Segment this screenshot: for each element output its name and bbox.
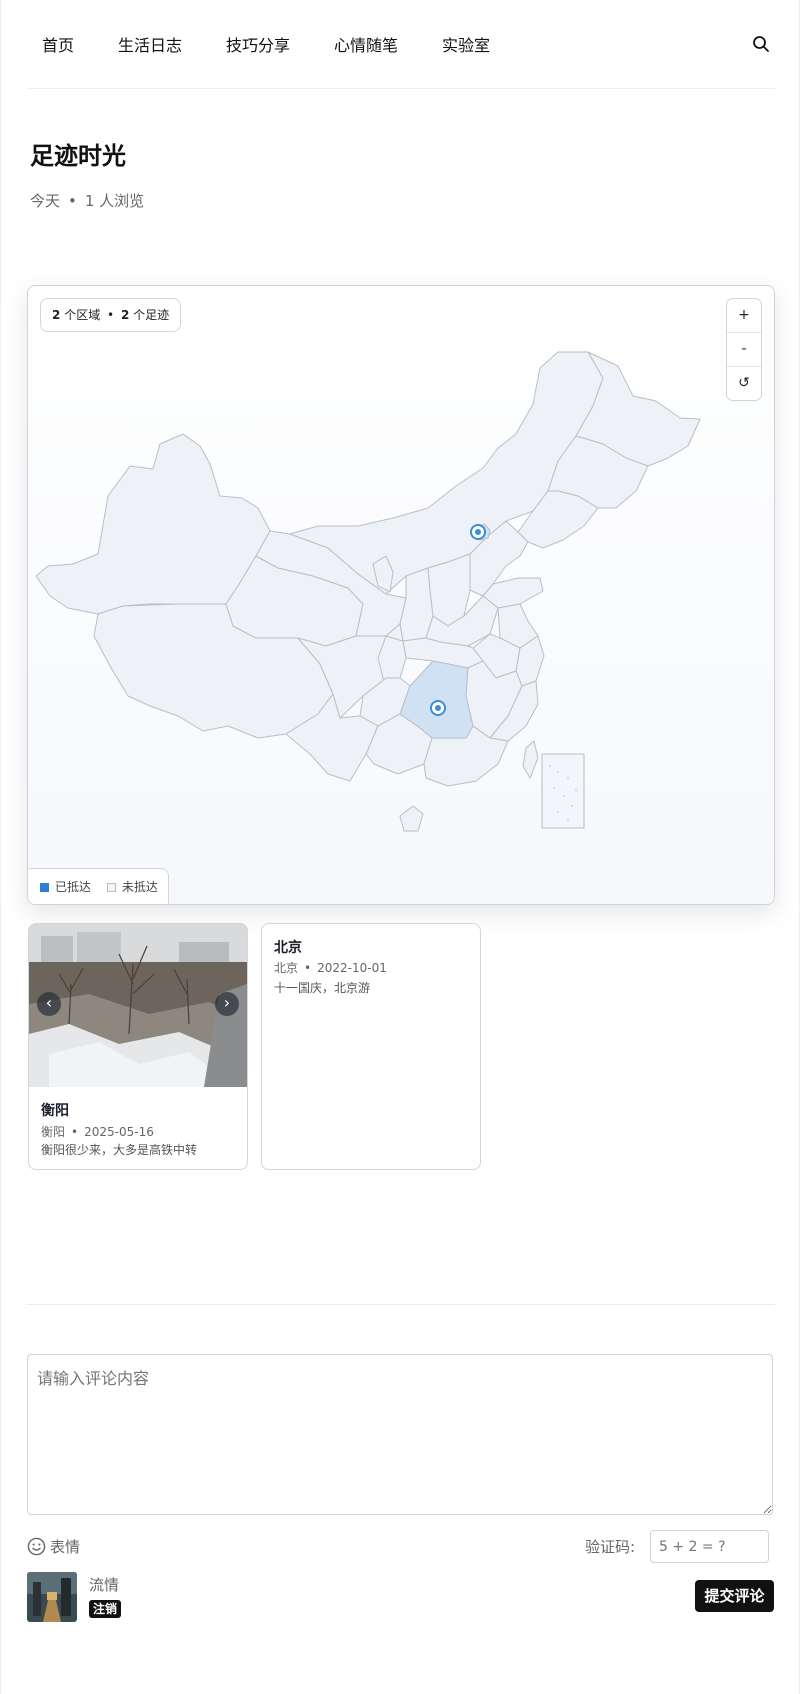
footprint-meta: 北京 • 2022-10-01 xyxy=(274,959,387,976)
post-meta: 今天 • 1 人浏览 xyxy=(30,190,144,211)
footprint-card-beijing[interactable]: 北京 北京 • 2022-10-01 十一国庆，北京游 xyxy=(261,923,481,1170)
footprint-date: 2025-05-16 xyxy=(84,1125,154,1139)
footprint-meta: 衡阳 • 2025-05-16 xyxy=(41,1123,154,1140)
logout-button[interactable]: 注销 xyxy=(89,1600,122,1618)
map-legend: 已抵达 未抵达 xyxy=(28,868,169,904)
meta-separator: • xyxy=(68,192,77,210)
post-date: 今天 xyxy=(30,192,61,210)
nav-divider xyxy=(27,88,775,89)
regions-count: 2 xyxy=(52,308,61,322)
legend-unvisited: 未抵达 xyxy=(121,880,158,894)
nav-item-mood[interactable]: 心情随笔 xyxy=(334,32,398,56)
reset-view-button[interactable]: ↺ xyxy=(727,367,761,400)
footprint-desc: 衡阳很少来，大多是高铁中转 xyxy=(41,1143,198,1157)
emoji-label: 表情 xyxy=(50,1538,81,1556)
province-xinjiang xyxy=(35,433,271,615)
china-map[interactable] xyxy=(28,286,774,904)
meta-separator: • xyxy=(71,1125,79,1139)
meta-separator: • xyxy=(304,961,312,975)
marker-beijing xyxy=(470,524,486,540)
search-icon[interactable] xyxy=(752,35,770,53)
post-views: 1 人浏览 xyxy=(84,192,145,210)
legend-visited: 已抵达 xyxy=(55,880,92,894)
south-sea-inset xyxy=(541,753,585,829)
footprint-name: 北京 xyxy=(274,940,302,956)
footprint-place: 衡阳 xyxy=(41,1125,66,1139)
carousel-next-button[interactable]: › xyxy=(215,992,239,1016)
emoji-button[interactable]: 表情 xyxy=(27,1536,80,1558)
province-hainan xyxy=(399,805,424,832)
avatar xyxy=(27,1572,77,1622)
stats-separator: • xyxy=(107,308,115,322)
visited-swatch xyxy=(40,883,49,892)
map-stats-badge: 2 个区域 • 2 个足迹 xyxy=(40,298,182,332)
footprint-desc: 十一国庆，北京游 xyxy=(274,981,371,995)
nav-item-home[interactable]: 首页 xyxy=(42,32,74,56)
carousel-prev-button[interactable]: ‹ xyxy=(37,992,61,1016)
province-taiwan xyxy=(522,740,539,779)
footprint-name: 衡阳 xyxy=(41,1103,69,1119)
footprints-count: 2 xyxy=(120,308,130,322)
footprint-card-hengyang[interactable]: ‹ › 衡阳 衡阳 • 2025-05-16 衡阳很少来，大多是高铁中转 xyxy=(28,923,248,1170)
zoom-out-button[interactable]: - xyxy=(727,333,761,367)
smiley-icon xyxy=(27,1537,46,1556)
regions-label: 个区域 xyxy=(64,308,101,322)
comment-textarea[interactable] xyxy=(27,1354,773,1515)
unvisited-swatch xyxy=(106,883,116,892)
captcha-label: 验证码: xyxy=(585,1538,636,1556)
top-nav: 首页 生活日志 技巧分享 心情随笔 实验室 xyxy=(0,0,800,88)
submit-comment-button[interactable]: 提交评论 xyxy=(695,1580,774,1612)
nav-item-life-log[interactable]: 生活日志 xyxy=(118,32,182,56)
nav-item-lab[interactable]: 实验室 xyxy=(442,32,490,56)
marker-hengyang xyxy=(430,700,446,716)
captcha-input[interactable] xyxy=(650,1530,769,1563)
user-name: 流情 xyxy=(89,1576,120,1594)
comment-divider xyxy=(27,1304,775,1305)
footprint-map[interactable]: 2 个区域 • 2 个足迹 + - ↺ 已抵达 未抵达 xyxy=(27,285,775,905)
nav-item-tips[interactable]: 技巧分享 xyxy=(226,32,290,56)
footprint-place: 北京 xyxy=(274,961,299,975)
page-title: 足迹时光 xyxy=(30,142,126,170)
zoom-in-button[interactable]: + xyxy=(727,299,761,333)
footprint-date: 2022-10-01 xyxy=(317,961,387,975)
footprints-label: 个足迹 xyxy=(133,308,170,322)
map-zoom-controls: + - ↺ xyxy=(726,298,762,401)
